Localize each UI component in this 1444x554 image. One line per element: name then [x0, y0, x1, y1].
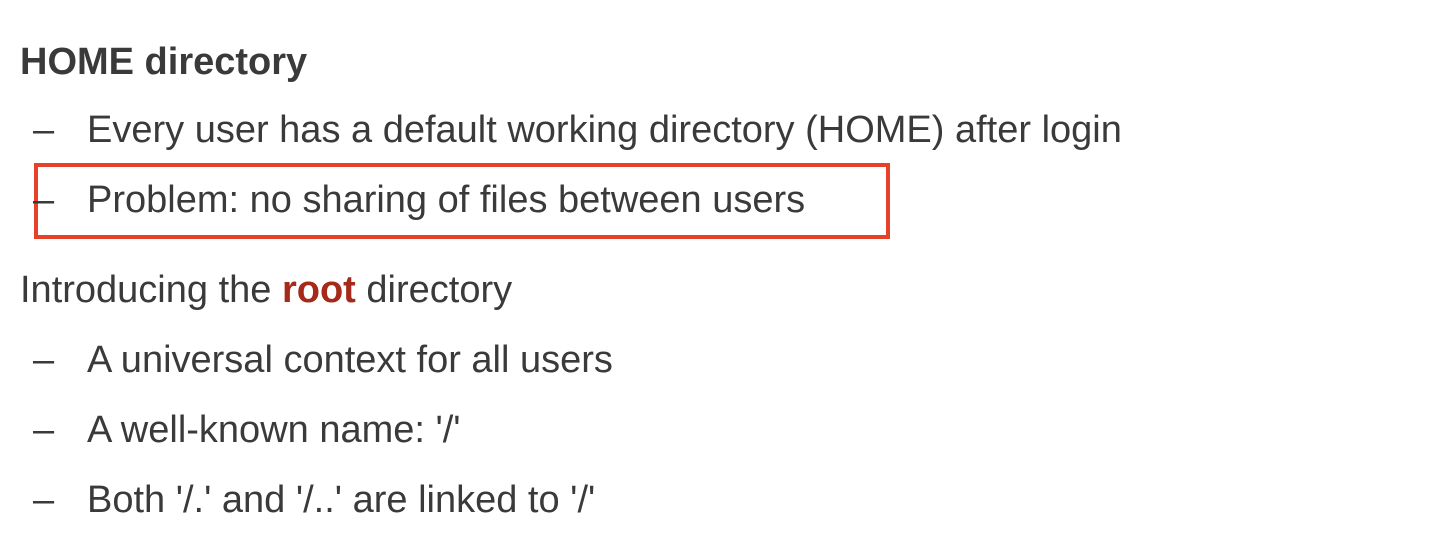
bullet-dash: –	[33, 339, 55, 381]
list-item-text: Problem: no sharing of files between use…	[87, 179, 806, 221]
heading: HOME directory	[20, 41, 308, 83]
bullet-dash: –	[33, 409, 55, 451]
list-item-text: A universal context for all users	[87, 339, 613, 381]
list-item-text: A well-known name: '/'	[87, 409, 461, 451]
bullet-dash: –	[33, 109, 55, 151]
root-emphasis: root	[281, 269, 356, 311]
list-item-text: Both '/.' and '/..' are linked to '/'	[87, 479, 596, 521]
intro-text-end: directory	[355, 269, 513, 311]
intro-text: Introducing the	[20, 269, 282, 311]
bullet-dash: –	[33, 479, 55, 521]
bullet-dash: –	[33, 179, 55, 221]
intro-line: Introducing the root directory	[20, 268, 512, 312]
list-item-text: Every user has a default working directo…	[87, 109, 1122, 151]
